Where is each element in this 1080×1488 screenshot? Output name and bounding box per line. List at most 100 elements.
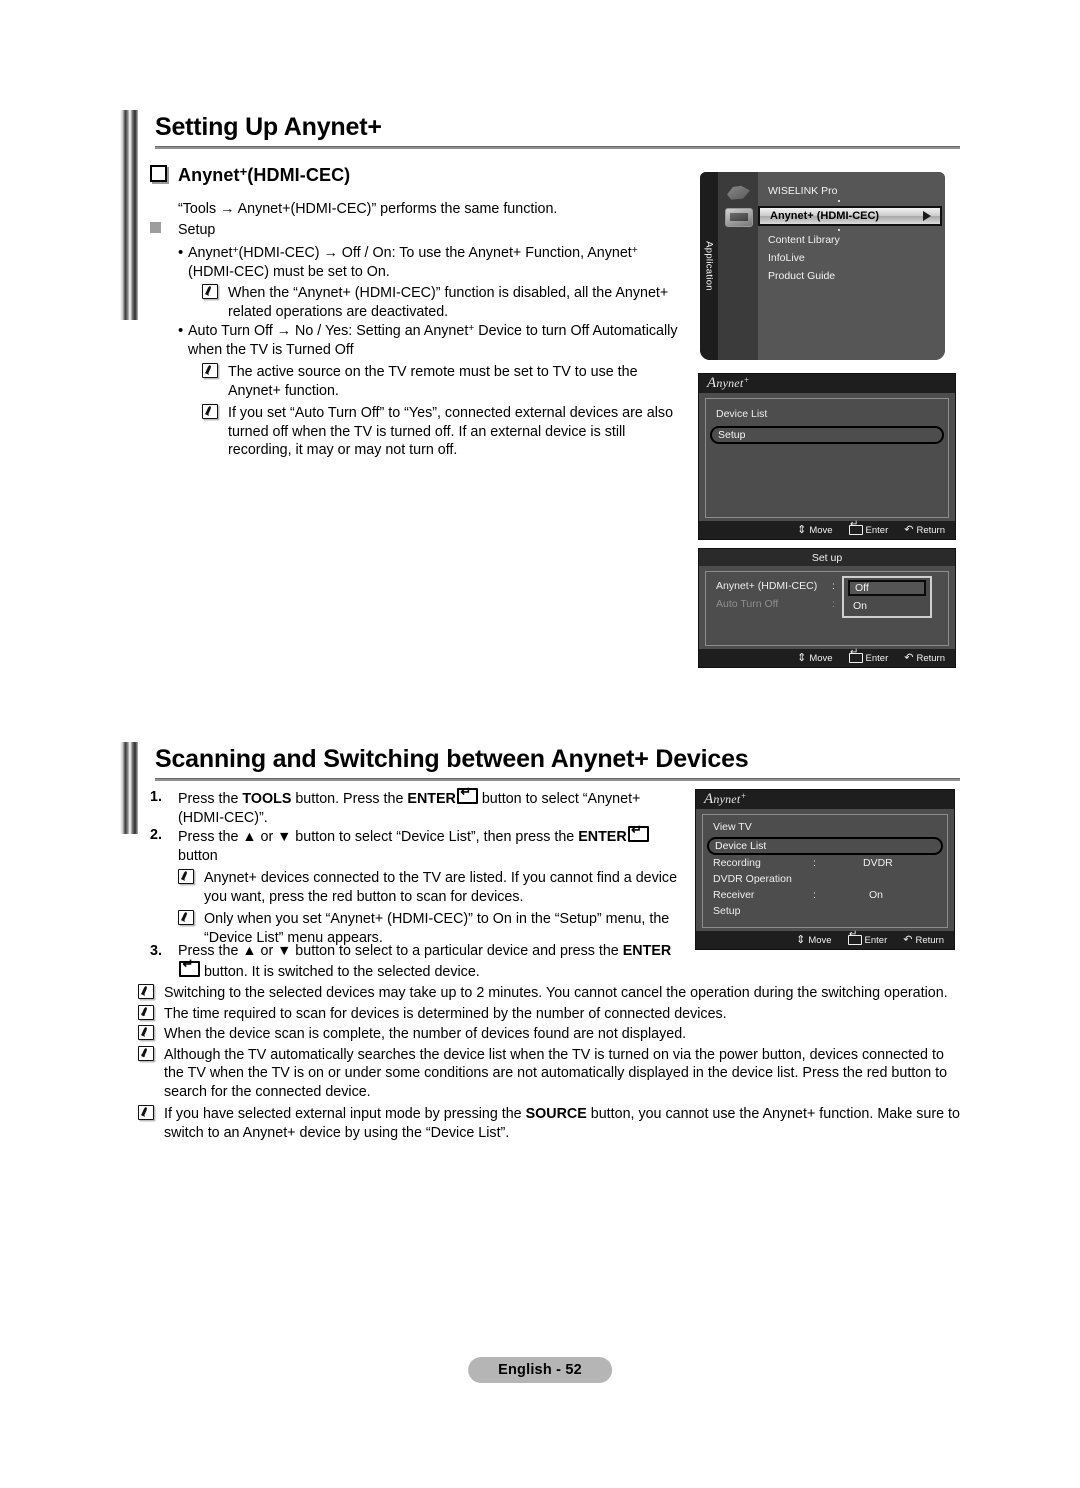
section1-heading: Setting Up Anynet+: [155, 113, 382, 141]
note-pencil-icon: [202, 284, 218, 299]
section1-bullet-1-note-1: When the “Anynet+ (HDMI-CEC)” function i…: [228, 285, 669, 320]
note-pencil-icon: [138, 984, 154, 999]
anynet-tv-icon: [725, 208, 753, 227]
section1-setup-row: Setup: [150, 221, 690, 240]
osd-item-infolive[interactable]: InfoLive: [768, 252, 805, 264]
osd-row-setup[interactable]: Setup: [710, 426, 944, 444]
final-note-1: Switching to the selected devices may ta…: [164, 985, 948, 1001]
step-2-text: Press the ▲ or ▼ button to select “Devic…: [178, 823, 680, 865]
osd-panel-setup[interactable]: Set up Anynet+ (HDMI-CEC) : Auto Turn Of…: [698, 548, 956, 668]
dot-bullet-icon: •: [178, 244, 184, 261]
footer-return: ↶ Return: [904, 651, 945, 664]
bullet1-part-c: (HDMI-CEC) must be set to On.: [188, 263, 390, 280]
osd-row-recording[interactable]: Recording: [713, 857, 761, 869]
osd-device-list-body: View TV Device List Recording : DVDR DVD…: [702, 814, 948, 928]
return-arrow-icon: ↶: [904, 651, 914, 664]
footer-return-label: Return: [916, 524, 945, 536]
enter-key-icon: [847, 930, 862, 946]
note-pencil-icon: [138, 1025, 154, 1040]
osd-row-device-list[interactable]: Device List: [707, 837, 943, 855]
section2-step-1: 1. Press the TOOLS button. Press the ENT…: [150, 785, 680, 827]
osd-item-wiselink-pro[interactable]: WISELINK Pro: [768, 185, 837, 197]
step-1-tools-button: TOOLS: [242, 791, 292, 807]
section1-heading-rule: [155, 146, 960, 149]
osd-application-sidebar-label: Application: [703, 241, 715, 291]
osd-setup-option-off-label: Off: [855, 582, 869, 594]
step-3-number: 3.: [150, 943, 162, 959]
anynet-logo-a: A: [704, 791, 714, 807]
section1-tools-note: “Tools → Anynet+(HDMI-CEC)” performs the…: [178, 201, 558, 217]
section2-step-3: 3. Press the ▲ or ▼ button to select to …: [150, 942, 680, 981]
section1-setup-label: Setup: [178, 222, 216, 238]
enter-key-icon: [627, 823, 649, 842]
osd-setup-dropdown[interactable]: Off On: [842, 576, 932, 618]
anynet-logo-plus: +: [740, 791, 747, 801]
bullet1-part-a: Anynet: [188, 245, 233, 261]
osd-row-receiver-value: On: [869, 889, 884, 901]
source-button-label: SOURCE: [525, 1106, 587, 1122]
plus-superscript: +: [631, 245, 638, 257]
return-arrow-icon: ↶: [903, 933, 913, 946]
osd-row-setup-label: Setup: [718, 429, 746, 441]
osd-row-dvdr-operation[interactable]: DVDR Operation: [713, 873, 792, 885]
final-note-4: Although the TV automatically searches t…: [164, 1046, 948, 1100]
footer-move-label: Move: [809, 652, 833, 664]
footer-enter: Enter: [848, 520, 889, 536]
up-down-arrow-icon: ⇕: [797, 651, 807, 664]
osd-setup-footer: ⇕ Move Enter ↶ Return: [699, 648, 955, 667]
osd-anynet-main-body: Device List Setup: [705, 398, 949, 518]
footer-enter-label: Enter: [865, 524, 889, 536]
enter-key-icon: [456, 785, 478, 804]
up-down-arrow-icon: ⇕: [796, 933, 806, 946]
footer-return-label: Return: [915, 934, 944, 946]
osd-application-icon-column: [718, 172, 758, 360]
hollow-square-bullet-icon: [150, 165, 167, 182]
osd-row-device-list-label: Device List: [715, 840, 767, 852]
step-1-text: Press the TOOLS button. Press the ENTER …: [178, 785, 680, 827]
section1-bullet-2: • Auto Turn Off → No / Yes: Setting an A…: [178, 322, 686, 460]
osd-item-product-guide[interactable]: Product Guide: [768, 270, 835, 282]
osd-item-content-library[interactable]: Content Library: [768, 234, 840, 246]
osd-setup-row-anynet-label: Anynet+ (HDMI-CEC): [716, 580, 818, 592]
note-pencil-icon: [202, 363, 218, 378]
osd-row-receiver[interactable]: Receiver: [713, 889, 754, 901]
dot-bullet-icon: •: [178, 322, 184, 339]
osd-device-list-footer: ⇕ Move Enter ↶ Return: [696, 930, 954, 949]
step-3-part-2: button. It is switched to the selected d…: [200, 963, 480, 980]
enter-key-icon: [848, 520, 863, 536]
section1-bullet-2-note-1: The active source on the TV remote must …: [228, 364, 638, 399]
step-3-part-0: Press the ▲ or ▼ button to select to a p…: [178, 943, 623, 959]
osd-row-device-list[interactable]: Device List: [716, 408, 767, 420]
note-pencil-icon: [202, 404, 218, 419]
osd-item-anynet-hdmi-cec[interactable]: Anynet+ (HDMI-CEC): [758, 206, 942, 226]
osd-panel-application[interactable]: Application WISELINK Pro Anynet+ (HDMI-C…: [700, 172, 945, 360]
note-pencil-icon: [178, 869, 194, 884]
chevron-right-icon: [923, 211, 931, 221]
osd-panel-anynet-main[interactable]: Anynet+ Device List Setup ⇕ Move Enter ↶…: [698, 373, 956, 540]
osd-row-recording-colon: :: [813, 857, 816, 869]
osd-panel-device-list[interactable]: Anynet+ View TV Device List Recording : …: [695, 789, 955, 950]
osd-setup-title: Set up: [811, 551, 843, 564]
note-pencil-icon: [178, 910, 194, 925]
section1-heading-wrap: Setting Up Anynet+: [155, 112, 960, 149]
step-2-note-1: Anynet+ devices connected to the TV are …: [204, 870, 678, 905]
section1-bullet-1: • Anynet +(HDMI-CEC) → Off / On: To use t…: [178, 244, 686, 321]
step-2-part-2: button: [178, 847, 218, 864]
footer-move-label: Move: [808, 934, 832, 946]
step-1-number: 1.: [150, 789, 162, 805]
final-note-source: If you have selected external input mode…: [164, 1105, 960, 1142]
osd-setup-option-on[interactable]: On: [848, 598, 926, 614]
footer-move-label: Move: [809, 524, 833, 536]
osd-setup-option-on-label: On: [853, 600, 868, 612]
footer-move: ⇕ Move: [797, 651, 833, 664]
osd-row-view-tv[interactable]: View TV: [713, 821, 752, 833]
enter-key-icon: [179, 957, 200, 977]
footer-move: ⇕ Move: [796, 933, 832, 946]
osd-row-receiver-colon: :: [813, 889, 816, 901]
osd-setup-option-off[interactable]: Off: [848, 580, 926, 596]
section1-subheading-text: Anynet: [178, 165, 240, 185]
osd-setup-body: Anynet+ (HDMI-CEC) : Auto Turn Off : Off…: [705, 571, 949, 646]
note-pencil-icon: [138, 1045, 154, 1061]
step-1-enter-button: ENTER: [407, 791, 456, 807]
osd-row-setup[interactable]: Setup: [713, 905, 740, 917]
